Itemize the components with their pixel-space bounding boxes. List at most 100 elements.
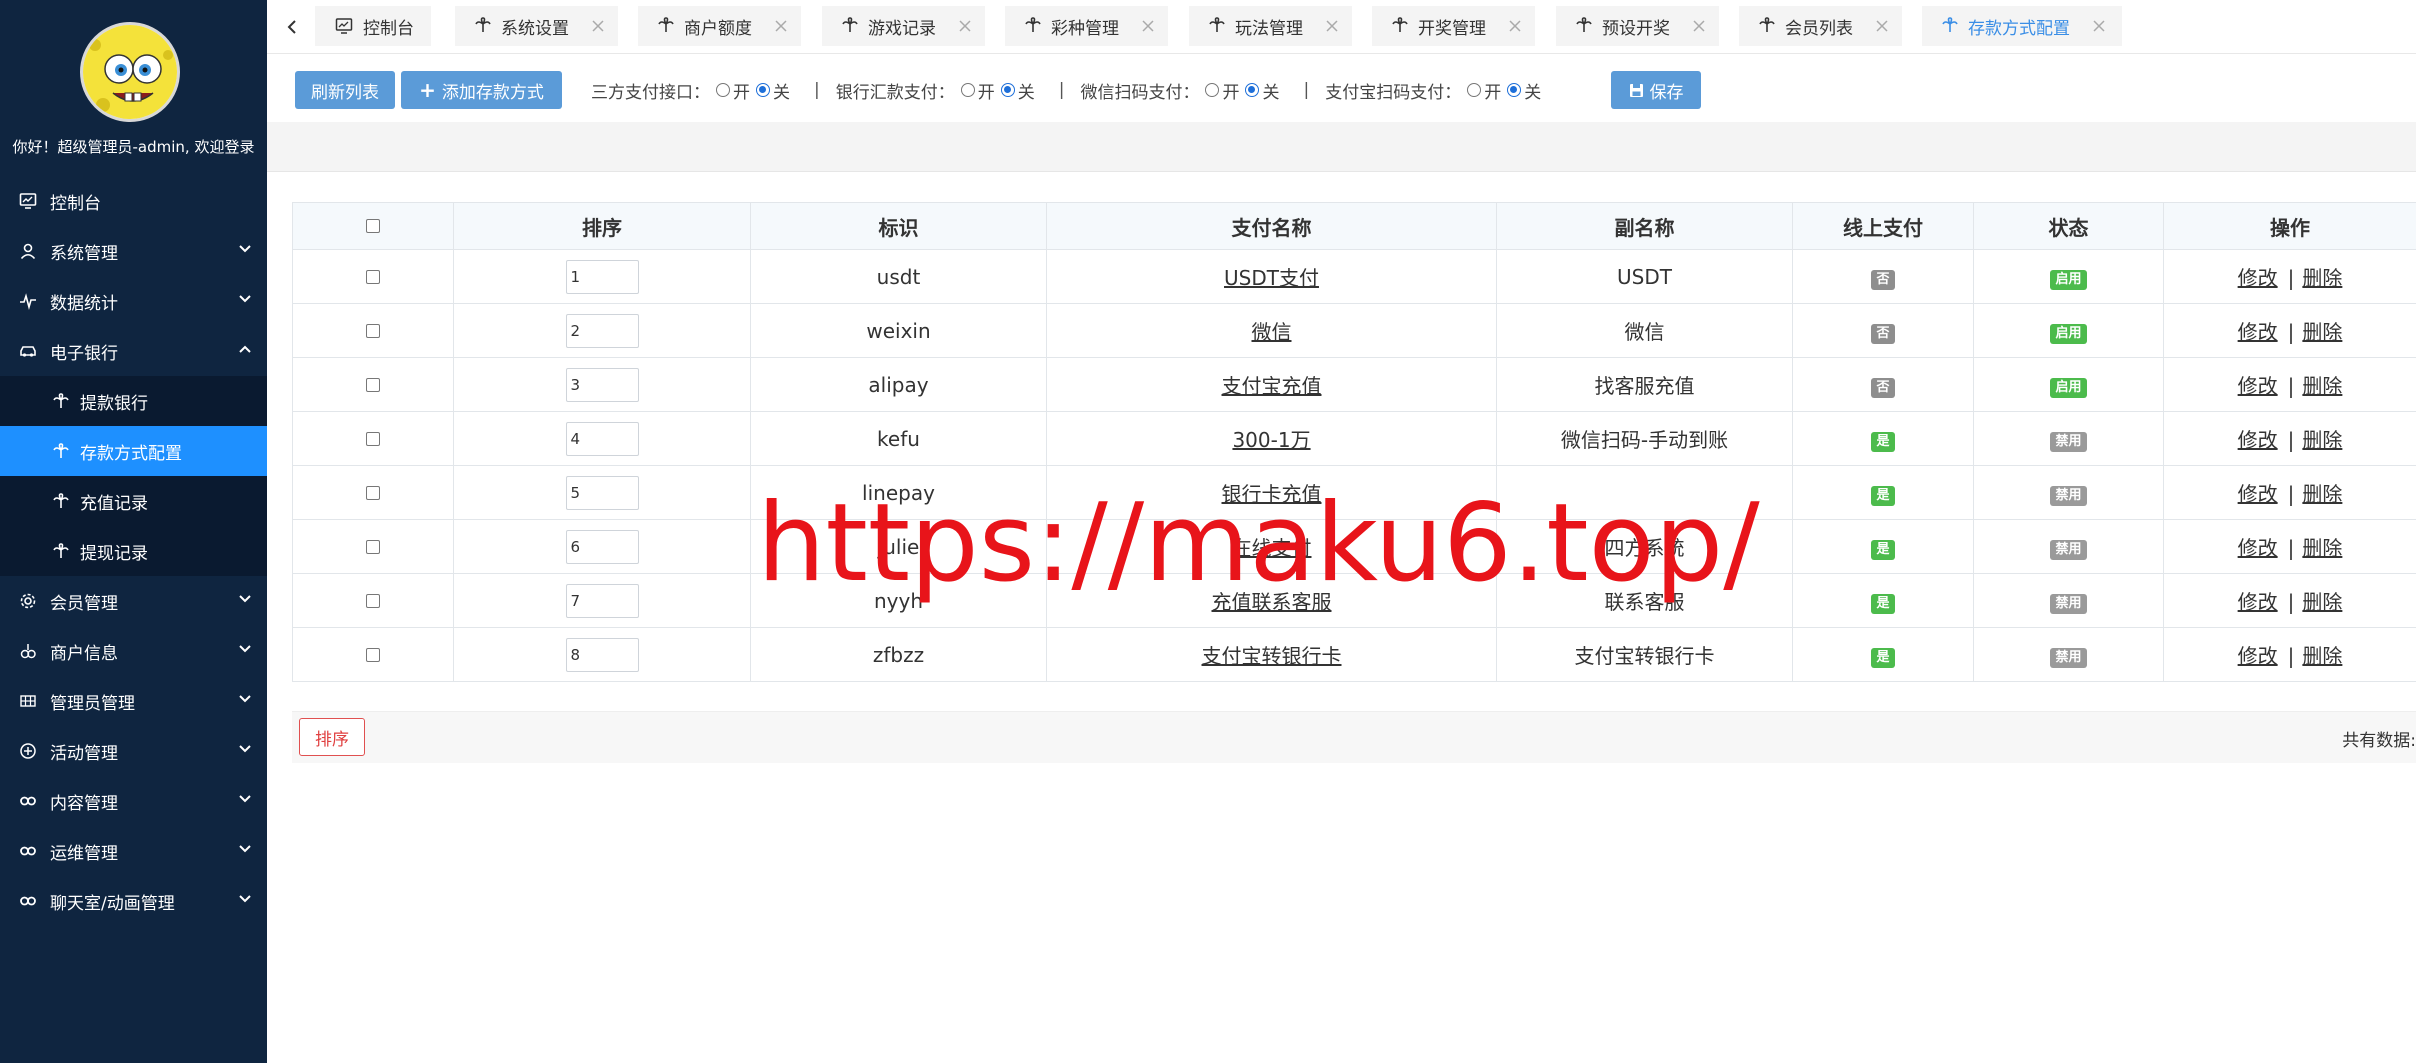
edit-link[interactable]: 修改	[2238, 482, 2278, 506]
tab-lottery-types[interactable]: 彩种管理	[1005, 6, 1168, 46]
close-icon[interactable]	[2092, 19, 2106, 33]
avatar[interactable]	[80, 22, 180, 122]
third-party-pay-off-radio[interactable]: 关	[756, 78, 790, 103]
order-input[interactable]	[565, 313, 639, 348]
sidebar-item-statistics[interactable]: 数据统计	[0, 276, 267, 326]
tab-play-methods[interactable]: 玩法管理	[1189, 6, 1352, 46]
delete-link[interactable]: 删除	[2302, 266, 2342, 290]
column-header-actions[interactable]: 操作	[2163, 202, 2416, 250]
delete-link[interactable]: 删除	[2302, 482, 2342, 506]
status-badge[interactable]: 启用	[2050, 323, 2087, 344]
status-badge[interactable]: 启用	[2050, 269, 2087, 290]
payment-name-link[interactable]: 支付宝转银行卡	[1202, 644, 1342, 668]
select-all-checkbox[interactable]	[366, 219, 380, 233]
online-badge[interactable]: 否	[1871, 323, 1895, 344]
alipay-scan-on-radio[interactable]: 开	[1467, 78, 1501, 103]
sidebar-item-activities[interactable]: 活动管理	[0, 726, 267, 776]
alipay-scan-off-radio[interactable]: 关	[1507, 78, 1541, 103]
sidebar-item-members[interactable]: 会员管理	[0, 576, 267, 626]
payment-name-link[interactable]: 微信	[1252, 320, 1292, 344]
delete-link[interactable]: 删除	[2302, 428, 2342, 452]
edit-link[interactable]: 修改	[2238, 320, 2278, 344]
edit-link[interactable]: 修改	[2238, 428, 2278, 452]
refresh-list-button[interactable]: 刷新列表	[295, 71, 395, 109]
close-icon[interactable]	[958, 19, 972, 33]
online-badge[interactable]: 是	[1871, 539, 1895, 560]
payment-name-link[interactable]: 在线支付	[1232, 536, 1312, 560]
delete-link[interactable]: 删除	[2302, 644, 2342, 668]
column-header-subname[interactable]: 副名称	[1496, 202, 1793, 250]
payment-name-link[interactable]: 300-1万	[1232, 428, 1310, 452]
row-checkbox[interactable]	[366, 647, 380, 662]
sidebar-item-chatroom[interactable]: 聊天室/动画管理	[0, 876, 267, 926]
status-badge[interactable]: 禁用	[2050, 647, 2087, 668]
status-badge[interactable]: 禁用	[2050, 539, 2087, 560]
sidebar-item-merchant[interactable]: 商户信息	[0, 626, 267, 676]
tab-back-button[interactable]	[277, 10, 307, 44]
online-badge[interactable]: 否	[1871, 377, 1895, 398]
order-input[interactable]	[565, 583, 639, 618]
edit-link[interactable]: 修改	[2238, 374, 2278, 398]
close-icon[interactable]	[1508, 19, 1522, 33]
payment-name-link[interactable]: 支付宝充值	[1222, 374, 1322, 398]
wechat-scan-off-radio[interactable]: 关	[1245, 78, 1279, 103]
edit-link[interactable]: 修改	[2238, 644, 2278, 668]
order-input[interactable]	[565, 475, 639, 510]
bank-transfer-off-radio[interactable]: 关	[1000, 78, 1035, 103]
row-checkbox[interactable]	[366, 593, 380, 608]
third-party-pay-on-radio[interactable]: 开	[716, 78, 750, 103]
payment-name-link[interactable]: USDT支付	[1224, 266, 1319, 290]
online-badge[interactable]: 是	[1871, 647, 1895, 668]
order-input[interactable]	[565, 367, 639, 402]
online-badge[interactable]: 是	[1871, 485, 1895, 506]
column-header-name[interactable]: 支付名称	[1046, 202, 1497, 250]
row-checkbox[interactable]	[366, 269, 380, 284]
column-header-status[interactable]: 状态	[1973, 202, 2164, 250]
order-input[interactable]	[565, 637, 639, 672]
delete-link[interactable]: 删除	[2302, 590, 2342, 614]
bank-transfer-on-radio[interactable]: 开	[960, 78, 995, 103]
sidebar-subitem-deposit-config[interactable]: 存款方式配置	[0, 426, 267, 476]
row-checkbox[interactable]	[366, 485, 380, 500]
row-checkbox[interactable]	[366, 431, 380, 446]
tab-merchant-quota[interactable]: 商户额度	[638, 6, 801, 46]
sidebar-item-admins[interactable]: 管理员管理	[0, 676, 267, 726]
delete-link[interactable]: 删除	[2302, 320, 2342, 344]
order-input[interactable]	[565, 421, 639, 456]
sidebar-item-content[interactable]: 内容管理	[0, 776, 267, 826]
status-badge[interactable]: 启用	[2050, 377, 2087, 398]
row-checkbox[interactable]	[366, 323, 380, 338]
add-deposit-method-button[interactable]: + 添加存款方式	[401, 71, 562, 109]
edit-link[interactable]: 修改	[2238, 590, 2278, 614]
sidebar-subitem-withdraw-bank[interactable]: 提款银行	[0, 376, 267, 426]
sidebar-item-dashboard[interactable]: 控制台	[0, 176, 267, 226]
sidebar-item-ops[interactable]: 运维管理	[0, 826, 267, 876]
close-icon[interactable]	[591, 19, 605, 33]
tab-system-settings[interactable]: 系统设置	[455, 6, 618, 46]
status-badge[interactable]: 禁用	[2050, 593, 2087, 614]
close-icon[interactable]	[774, 19, 788, 33]
tab-game-records[interactable]: 游戏记录	[822, 6, 985, 46]
column-header-order[interactable]: 排序	[453, 202, 751, 250]
column-header-online[interactable]: 线上支付	[1792, 202, 1974, 250]
status-badge[interactable]: 禁用	[2050, 431, 2087, 452]
status-badge[interactable]: 禁用	[2050, 485, 2087, 506]
sidebar-item-system[interactable]: 系统管理	[0, 226, 267, 276]
row-checkbox[interactable]	[366, 539, 380, 554]
order-input[interactable]	[565, 259, 639, 294]
edit-link[interactable]: 修改	[2238, 536, 2278, 560]
row-checkbox[interactable]	[366, 377, 380, 392]
tab-draw-management[interactable]: 开奖管理	[1372, 6, 1535, 46]
save-button[interactable]: 保存	[1611, 71, 1701, 109]
online-badge[interactable]: 是	[1871, 431, 1895, 452]
sidebar-subitem-withdraw-records[interactable]: 提现记录	[0, 526, 267, 576]
sidebar-item-ebank[interactable]: 电子银行	[0, 326, 267, 376]
online-badge[interactable]: 否	[1871, 269, 1895, 290]
sidebar-subitem-recharge-records[interactable]: 充值记录	[0, 476, 267, 526]
column-header-key[interactable]: 标识	[750, 202, 1047, 250]
payment-name-link[interactable]: 充值联系客服	[1212, 590, 1332, 614]
sort-button[interactable]: 排序	[299, 718, 365, 756]
close-icon[interactable]	[1875, 19, 1889, 33]
wechat-scan-on-radio[interactable]: 开	[1205, 78, 1239, 103]
delete-link[interactable]: 删除	[2302, 536, 2342, 560]
